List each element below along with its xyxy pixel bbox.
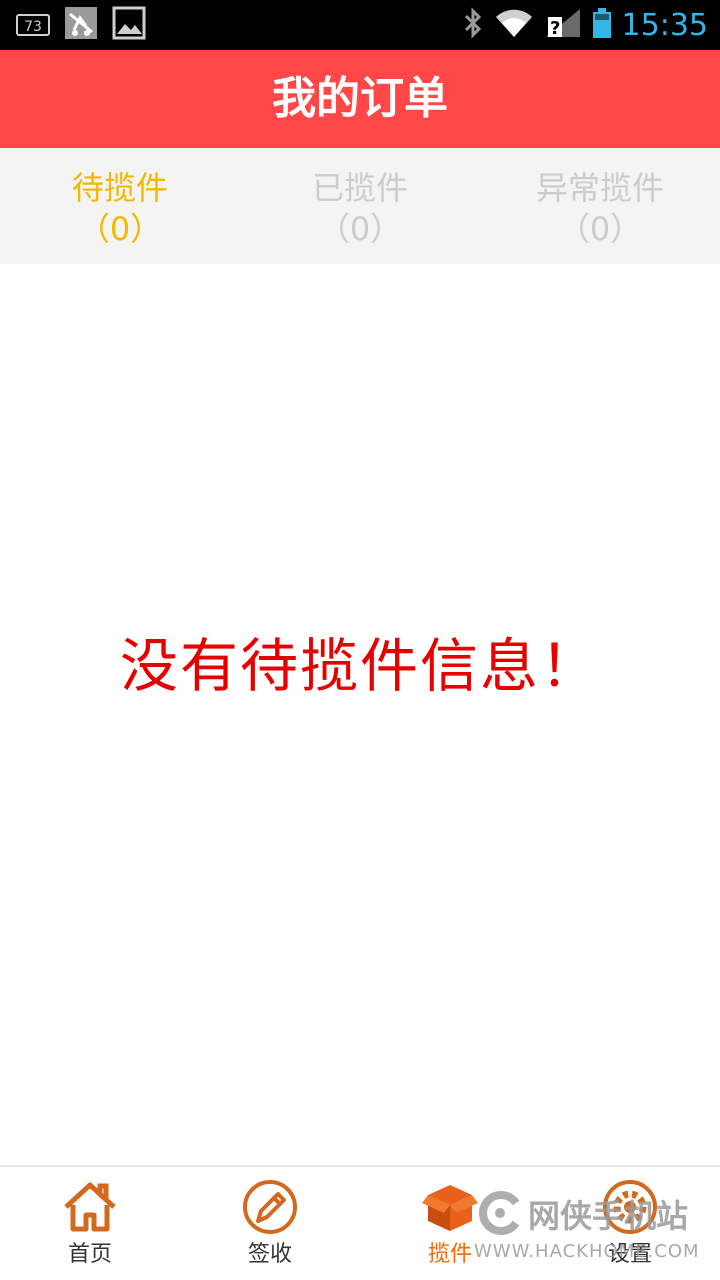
tab-label: 已揽件 <box>311 169 408 207</box>
wifi-icon <box>494 7 534 43</box>
home-icon <box>64 1182 116 1232</box>
svg-text:?: ? <box>550 18 560 39</box>
tab-picked-up[interactable]: 已揽件 （0） <box>240 148 480 264</box>
nav-label: 首页 <box>67 1242 112 1267</box>
bottom-navigation: 首页 签收 揽件 设置 <box>0 1165 720 1280</box>
signal-icon: ? <box>544 7 582 43</box>
nav-item-sign[interactable]: 签收 <box>180 1167 360 1280</box>
nav-item-home[interactable]: 首页 <box>0 1167 180 1280</box>
nav-label: 设置 <box>607 1242 652 1267</box>
package-box-icon <box>422 1185 478 1231</box>
nav-label: 揽件 <box>427 1242 472 1267</box>
tab-label: 异常揽件 <box>535 169 664 207</box>
tab-count: （0） <box>317 210 403 248</box>
status-bar-system: ? 15:35 <box>462 6 708 44</box>
nav-item-settings[interactable]: 设置 <box>540 1167 720 1280</box>
status-bar-notifications: 73 <box>16 6 146 44</box>
battery-icon <box>592 7 612 43</box>
nav-label: 签收 <box>247 1242 292 1267</box>
pencil-circle-icon <box>243 1180 297 1234</box>
nav-item-pickup[interactable]: 揽件 <box>360 1167 540 1280</box>
tab-pending-pickup[interactable]: 待揽件 （0） <box>0 148 240 264</box>
notification-count-badge: 73 <box>16 14 50 36</box>
tab-count: （0） <box>77 210 163 248</box>
mute-notification-icon <box>64 6 98 44</box>
status-clock: 15:35 <box>621 7 708 43</box>
tab-count: （0） <box>557 210 643 248</box>
page-title: 我的订单 <box>0 50 720 148</box>
empty-state-message: 没有待揽件信息！ <box>119 632 600 700</box>
image-notification-icon <box>112 6 146 44</box>
status-bar: 73 ? 15:35 <box>0 0 720 50</box>
order-status-tabs: 待揽件 （0） 已揽件 （0） 异常揽件 （0） <box>0 148 720 264</box>
tab-label: 待揽件 <box>71 169 168 207</box>
tab-abnormal-pickup[interactable]: 异常揽件 （0） <box>480 148 720 264</box>
gear-icon <box>603 1180 657 1234</box>
bluetooth-icon <box>462 7 484 43</box>
